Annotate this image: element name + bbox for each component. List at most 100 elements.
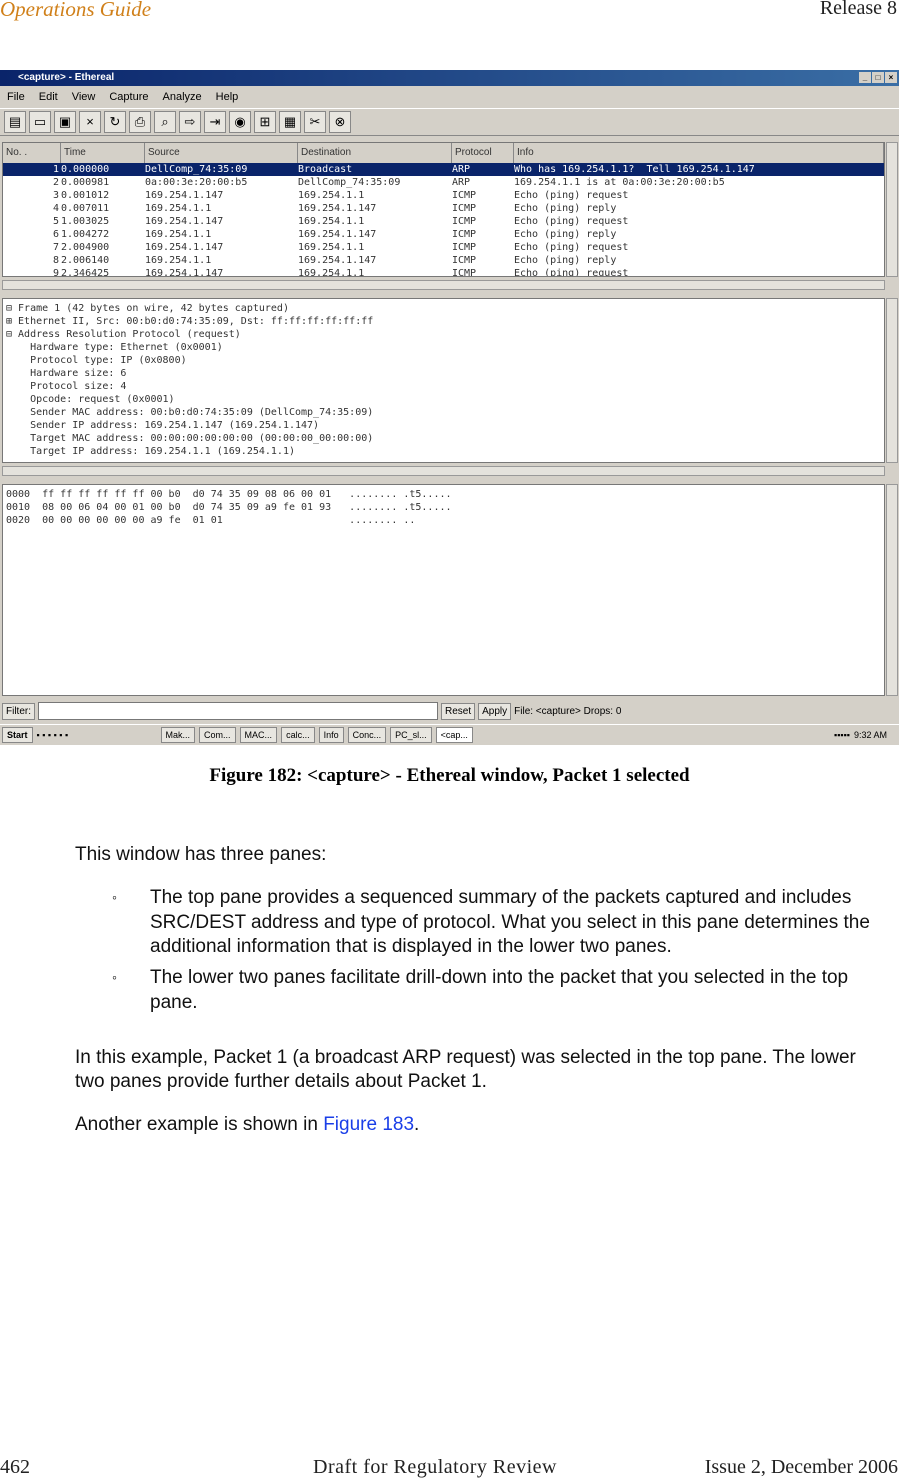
- col-time[interactable]: Time: [61, 143, 145, 163]
- packet-details-pane: ⊟ Frame 1 (42 bytes on wire, 42 bytes ca…: [2, 298, 885, 463]
- packet-row[interactable]: 9 2.346425 169.254.1.147 169.254.1.1 ICMP Ech…: [3, 267, 884, 277]
- packet-row[interactable]: 5 1.003025 169.254.1.147 169.254.1.1 ICMP Ech…: [3, 215, 884, 228]
- packet-cell: Who has 169.254.1.1? Tell 169.254.1.147: [514, 164, 755, 175]
- packet-row[interactable]: 8 2.006140 169.254.1.1 169.254.1.147 ICMP Ech…: [3, 254, 884, 267]
- col-source[interactable]: Source: [145, 143, 298, 163]
- save-icon[interactable]: ▣: [54, 111, 76, 133]
- menu-view[interactable]: View: [72, 91, 96, 103]
- close-file-icon[interactable]: ×: [79, 111, 101, 133]
- packet-row[interactable]: 6 1.004272 169.254.1.1 169.254.1.147 ICMP Ech…: [3, 228, 884, 241]
- task-item-active[interactable]: <cap...: [435, 727, 473, 743]
- detail-tree-item[interactable]: Target IP address: 169.254.1.1 (169.254.…: [3, 445, 884, 458]
- packet-cell: 7: [52, 242, 59, 253]
- task-item[interactable]: calc...: [281, 727, 315, 743]
- menu-capture[interactable]: Capture: [109, 91, 148, 103]
- running-header-title: Operations Guide: [0, 0, 152, 21]
- new-icon[interactable]: ▤: [4, 111, 26, 133]
- filter-input[interactable]: [38, 702, 438, 720]
- detail-tree-item[interactable]: ⊟ Address Resolution Protocol (request): [3, 328, 884, 341]
- detail-tree-item[interactable]: Sender IP address: 169.254.1.147 (169.25…: [3, 419, 884, 432]
- packet-cell: 4: [52, 203, 59, 214]
- filter-apply-button[interactable]: Apply: [478, 702, 512, 720]
- packet-cell: DellComp_74:35:09: [145, 164, 248, 175]
- packet-cell: ICMP: [452, 229, 477, 240]
- capture-icon[interactable]: ◉: [229, 111, 251, 133]
- packet-cell: 169.254.1.147: [298, 203, 377, 214]
- maximize-icon[interactable]: □: [872, 72, 884, 83]
- quick-launch-icons[interactable]: ▪ ▪ ▪ ▪ ▪ ▪: [37, 730, 157, 740]
- detail-tree-item[interactable]: Hardware type: Ethernet (0x0001): [3, 341, 884, 354]
- task-item[interactable]: PC_sl...: [390, 727, 432, 743]
- packet-cell: 169.254.1.1: [145, 203, 212, 214]
- filter-icon[interactable]: ⊞: [254, 111, 276, 133]
- packet-list-header: No. . Time Source Destination Protocol Info: [3, 143, 884, 163]
- packet-list-scrollbar[interactable]: [886, 142, 898, 277]
- task-item[interactable]: Info: [318, 727, 344, 743]
- packet-row[interactable]: 7 2.004900 169.254.1.147 169.254.1.1 ICMP Ech…: [3, 241, 884, 254]
- details-hscrollbar[interactable]: [2, 466, 885, 476]
- col-destination[interactable]: Destination: [298, 143, 452, 163]
- filter-button[interactable]: Filter:: [2, 702, 35, 720]
- figure-183-link[interactable]: Figure 183: [323, 1114, 414, 1135]
- menu-help[interactable]: Help: [216, 91, 239, 103]
- menu-edit[interactable]: Edit: [39, 91, 58, 103]
- open-icon[interactable]: ▭: [29, 111, 51, 133]
- packet-row[interactable]: 4 0.007011 169.254.1.1 169.254.1.147 ICMP Ech…: [3, 202, 884, 215]
- packet-cell: 169.254.1.147: [145, 242, 224, 253]
- packet-cell: ICMP: [452, 255, 477, 266]
- bytes-scrollbar[interactable]: [886, 484, 898, 696]
- packet-cell: Echo (ping) request: [514, 242, 629, 253]
- prefs-icon[interactable]: ✂: [304, 111, 326, 133]
- find-icon[interactable]: ⌕: [154, 111, 176, 133]
- packet-cell: ICMP: [452, 268, 477, 277]
- detail-tree-item[interactable]: Sender MAC address: 00:b0:d0:74:35:09 (D…: [3, 406, 884, 419]
- col-protocol[interactable]: Protocol: [452, 143, 514, 163]
- packet-cell: 2.004900: [61, 242, 110, 253]
- packet-list-hscrollbar[interactable]: [2, 280, 885, 290]
- goto-icon[interactable]: ⇥: [204, 111, 226, 133]
- close-icon[interactable]: ×: [885, 72, 897, 83]
- detail-tree-item[interactable]: Target MAC address: 00:00:00:00:00:00 (0…: [3, 432, 884, 445]
- packet-cell: 169.254.1.147: [145, 268, 224, 277]
- packet-row[interactable]: 1 0.000000 DellComp_74:35:09 Broadcast ARP Wh…: [3, 163, 884, 176]
- packet-cell: Echo (ping) reply: [514, 255, 617, 266]
- packet-cell: 169.254.1.1: [298, 190, 365, 201]
- detail-tree-item[interactable]: Protocol size: 4: [3, 380, 884, 393]
- colorize-icon[interactable]: ▦: [279, 111, 301, 133]
- filter-bar: Filter: Reset Apply File: <capture> Drop…: [0, 700, 899, 722]
- detail-tree-item[interactable]: Opcode: request (0x0001): [3, 393, 884, 406]
- reload-icon[interactable]: ↻: [104, 111, 126, 133]
- packet-cell: 0a:00:3e:20:00:b5: [145, 177, 248, 188]
- detail-tree-item[interactable]: Hardware size: 6: [3, 367, 884, 380]
- task-item[interactable]: Mak...: [160, 727, 196, 743]
- minimize-icon[interactable]: _: [859, 72, 871, 83]
- packet-cell: ICMP: [452, 190, 477, 201]
- packet-cell: 0.007011: [61, 203, 110, 214]
- help-icon[interactable]: ⊗: [329, 111, 351, 133]
- toolbar: ▤ ▭ ▣ × ↻ ⎙ ⌕ ⇨ ⇥ ◉ ⊞ ▦ ✂ ⊗: [0, 108, 899, 136]
- task-item[interactable]: MAC...: [239, 727, 278, 743]
- taskbar: Start ▪ ▪ ▪ ▪ ▪ ▪ Mak... Com... MAC... c…: [0, 724, 899, 745]
- detail-tree-item[interactable]: Protocol type: IP (0x0800): [3, 354, 884, 367]
- print-icon[interactable]: ⎙: [129, 111, 151, 133]
- packet-bytes-pane: 0000 ff ff ff ff ff ff 00 b0 d0 74 35 09…: [2, 484, 885, 696]
- filter-reset-button[interactable]: Reset: [441, 702, 476, 720]
- clock: 9:32 AM: [853, 730, 887, 740]
- packet-row[interactable]: 3 0.001012 169.254.1.147 169.254.1.1 ICMP Ech…: [3, 189, 884, 202]
- hex-line: 0010 08 00 06 04 00 01 00 b0 d0 74 35 09…: [6, 502, 452, 513]
- packet-cell: 8: [52, 255, 59, 266]
- packet-cell: 6: [52, 229, 59, 240]
- packet-cell: ARP: [452, 164, 471, 175]
- col-info[interactable]: Info: [514, 143, 884, 163]
- task-item[interactable]: Conc...: [347, 727, 387, 743]
- detail-tree-item[interactable]: ⊞ Ethernet II, Src: 00:b0:d0:74:35:09, D…: [3, 315, 884, 328]
- details-scrollbar[interactable]: [886, 298, 898, 463]
- start-button[interactable]: Start: [2, 727, 33, 743]
- go-icon[interactable]: ⇨: [179, 111, 201, 133]
- detail-tree-item[interactable]: ⊟ Frame 1 (42 bytes on wire, 42 bytes ca…: [3, 302, 884, 315]
- packet-row[interactable]: 2 0.000981 0a:00:3e:20:00:b5 DellComp_74:35…: [3, 176, 884, 189]
- col-no[interactable]: No. .: [3, 143, 61, 163]
- menu-analyze[interactable]: Analyze: [163, 91, 202, 103]
- menu-file[interactable]: File: [7, 91, 25, 103]
- task-item[interactable]: Com...: [199, 727, 236, 743]
